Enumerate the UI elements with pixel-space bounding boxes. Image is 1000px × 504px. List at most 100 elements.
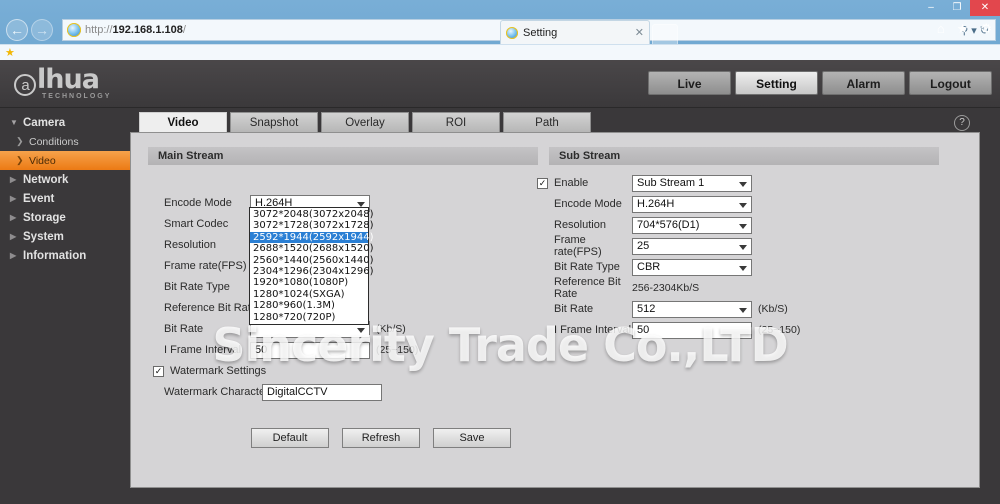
sub-bit-rate-type-select[interactable]: CBR bbox=[632, 258, 752, 276]
sub-encode-mode-row: Encode Mode H.264H bbox=[554, 194, 752, 214]
resolution-option[interactable]: 1280*960(1.3M) bbox=[250, 300, 368, 311]
main-i-frame-interval-label: I Frame Interval bbox=[164, 344, 242, 356]
sub-stream-heading: Sub Stream bbox=[549, 147, 939, 165]
sub-resolution-row: Resolution 704*576(D1) bbox=[554, 215, 752, 235]
main-i-frame-interval-row: I Frame Interval 50 (25~150) bbox=[164, 340, 418, 360]
sub-frame-rate-label: Frame rate(FPS) bbox=[554, 234, 602, 258]
sub-stream-select[interactable]: Sub Stream 1 bbox=[632, 174, 752, 192]
sidebar-item-conditions[interactable]: ❯ Conditions bbox=[0, 132, 130, 151]
sidebar-item-label: Video bbox=[29, 154, 56, 167]
sub-reference-bit-rate-value: 256-2304Kb/S bbox=[632, 282, 700, 294]
resolution-option[interactable]: 2592*1944(2592x1944) bbox=[250, 231, 374, 244]
main-bit-rate-type-label: Bit Rate Type bbox=[164, 281, 230, 293]
sub-i-frame-interval-label: I Frame Interval bbox=[554, 324, 632, 336]
sidebar-item-network[interactable]: ▶ Network bbox=[0, 170, 130, 189]
favorites-bar: ★ bbox=[0, 44, 1000, 60]
nav-logout-button[interactable]: Logout bbox=[909, 71, 992, 95]
tab-close-icon[interactable]: ✕ bbox=[635, 26, 644, 39]
sub-encode-mode-select[interactable]: H.264H bbox=[632, 195, 752, 213]
refresh-button[interactable]: Refresh bbox=[342, 428, 420, 448]
dahua-logo: a lhua TECHNOLOGY bbox=[14, 66, 111, 100]
chevron-right-icon: ▶ bbox=[10, 251, 17, 260]
tab-strip: Setting ✕ bbox=[500, 18, 1000, 44]
favorites-star-icon[interactable]: ★ bbox=[5, 46, 15, 59]
main-bit-rate-label: Bit Rate bbox=[164, 323, 204, 335]
main-watermark-settings-label: Watermark Settings bbox=[170, 365, 267, 377]
tools-gear-icon[interactable]: ⚙ bbox=[980, 22, 992, 35]
chevron-right-icon: ▶ bbox=[10, 232, 17, 241]
default-button[interactable]: Default bbox=[251, 428, 329, 448]
url-path: / bbox=[182, 24, 186, 36]
close-button[interactable]: ✕ bbox=[970, 0, 1000, 16]
sidebar: ▼ Camera ❯ Conditions ❯ Video ▶ Network … bbox=[0, 108, 130, 504]
sidebar-item-camera[interactable]: ▼ Camera bbox=[0, 113, 130, 132]
save-button[interactable]: Save bbox=[433, 428, 511, 448]
sidebar-item-storage[interactable]: ▶ Storage bbox=[0, 208, 130, 227]
url-text: http://192.168.1.108/ bbox=[85, 24, 186, 36]
sidebar-item-system[interactable]: ▶ System bbox=[0, 227, 130, 246]
maximize-button[interactable]: ❐ bbox=[944, 0, 970, 16]
tab-path[interactable]: Path bbox=[503, 112, 591, 133]
resolution-dropdown-list[interactable]: 3072*2048(3072x2048) 3072*1728(3072x1728)… bbox=[249, 207, 374, 325]
main-frame-rate-label: Frame rate(FPS) bbox=[164, 260, 247, 272]
sub-encode-mode-label: Encode Mode bbox=[554, 198, 622, 210]
sidebar-item-event[interactable]: ▶ Event bbox=[0, 189, 130, 208]
window-controls: – ❐ ✕ bbox=[918, 0, 1000, 16]
body-area: ▼ Camera ❯ Conditions ❯ Video ▶ Network … bbox=[0, 108, 1000, 504]
tab-video[interactable]: Video bbox=[139, 112, 227, 133]
sub-reference-bit-rate-label: Reference Bit Rate bbox=[554, 276, 621, 300]
tab-overlay[interactable]: Overlay bbox=[321, 112, 409, 133]
resolution-option[interactable]: 2560*1440(2560x1440) bbox=[250, 255, 374, 266]
chevron-right-icon: ❯ bbox=[16, 155, 24, 165]
sub-enable-checkbox[interactable]: ✓ bbox=[537, 177, 548, 189]
forward-button[interactable]: → bbox=[31, 19, 53, 41]
home-icon[interactable]: ⌂ bbox=[937, 22, 945, 35]
main-watermark-settings-row: ✓ Watermark Settings bbox=[153, 361, 266, 381]
logo-word-text: lhua bbox=[37, 64, 100, 95]
resolution-option[interactable]: 1280*720(720P) bbox=[250, 312, 368, 323]
sub-enable-row: ✓ Enable Sub Stream 1 bbox=[537, 173, 752, 193]
sidebar-item-information[interactable]: ▶ Information bbox=[0, 246, 130, 265]
favorites-star-icon[interactable]: ★ bbox=[957, 22, 969, 35]
sub-bit-rate-type-row: Bit Rate Type CBR bbox=[554, 257, 752, 277]
resolution-option[interactable]: 3072*1728(3072x1728) bbox=[250, 220, 374, 231]
internet-explorer-icon bbox=[67, 23, 81, 37]
sub-resolution-select[interactable]: 704*576(D1) bbox=[632, 216, 752, 234]
nav-alarm-button[interactable]: Alarm bbox=[822, 71, 905, 95]
sub-bit-rate-select[interactable]: 512 bbox=[632, 300, 752, 318]
resolution-option[interactable]: 2304*1296(2304x1296) bbox=[250, 266, 374, 277]
tab-setting[interactable]: Setting ✕ bbox=[500, 20, 650, 44]
sub-bit-rate-type-label: Bit Rate Type bbox=[554, 261, 620, 273]
browser-toolbar-icons: ⌂ ★ ⚙ bbox=[937, 22, 992, 35]
sub-frame-rate-select[interactable]: 25 bbox=[632, 237, 752, 255]
tab-roi[interactable]: ROI bbox=[412, 112, 500, 133]
url-scheme: http:// bbox=[85, 24, 113, 36]
nav-live-button[interactable]: Live bbox=[648, 71, 731, 95]
main-watermark-checkbox[interactable]: ✓ bbox=[153, 365, 164, 377]
resolution-option[interactable]: 1920*1080(1080P) bbox=[250, 277, 368, 288]
main-watermark-character-input[interactable]: DigitalCCTV bbox=[262, 383, 382, 401]
new-tab-button[interactable] bbox=[652, 24, 678, 44]
sub-resolution-label: Resolution bbox=[554, 219, 606, 231]
main-encode-mode-label: Encode Mode bbox=[164, 197, 232, 209]
back-button[interactable]: ← bbox=[6, 19, 28, 41]
minimize-button[interactable]: – bbox=[918, 0, 944, 16]
resolution-option[interactable]: 3072*2048(3072x2048) bbox=[250, 209, 374, 220]
chevron-down-icon: ▼ bbox=[10, 118, 18, 127]
main-i-frame-interval-input[interactable]: 50 bbox=[250, 341, 370, 359]
main-watermark-character-row: Watermark Character DigitalCCTV bbox=[164, 382, 382, 402]
help-icon[interactable]: ? bbox=[954, 115, 970, 131]
main-stream-heading: Main Stream bbox=[148, 147, 538, 165]
sub-reference-bit-rate-row: Reference Bit Rate 256-2304Kb/S bbox=[554, 276, 700, 300]
sub-i-frame-interval-input[interactable]: 50 bbox=[632, 321, 752, 339]
main-resolution-row: Resolution bbox=[164, 235, 248, 255]
nav-setting-button[interactable]: Setting bbox=[735, 71, 818, 95]
resolution-option[interactable]: 1280*1024(SXGA) bbox=[250, 289, 368, 300]
tab-snapshot[interactable]: Snapshot bbox=[230, 112, 318, 133]
resolution-option[interactable]: 2688*1520(2688x1520) bbox=[250, 243, 374, 254]
sidebar-item-label: Storage bbox=[23, 211, 66, 224]
tab-bar: Video Snapshot Overlay ROI Path bbox=[130, 111, 980, 133]
sidebar-item-video[interactable]: ❯ Video bbox=[0, 151, 130, 170]
main-bit-rate-type-row: Bit Rate Type bbox=[164, 277, 248, 297]
sidebar-item-label: Conditions bbox=[29, 135, 79, 148]
